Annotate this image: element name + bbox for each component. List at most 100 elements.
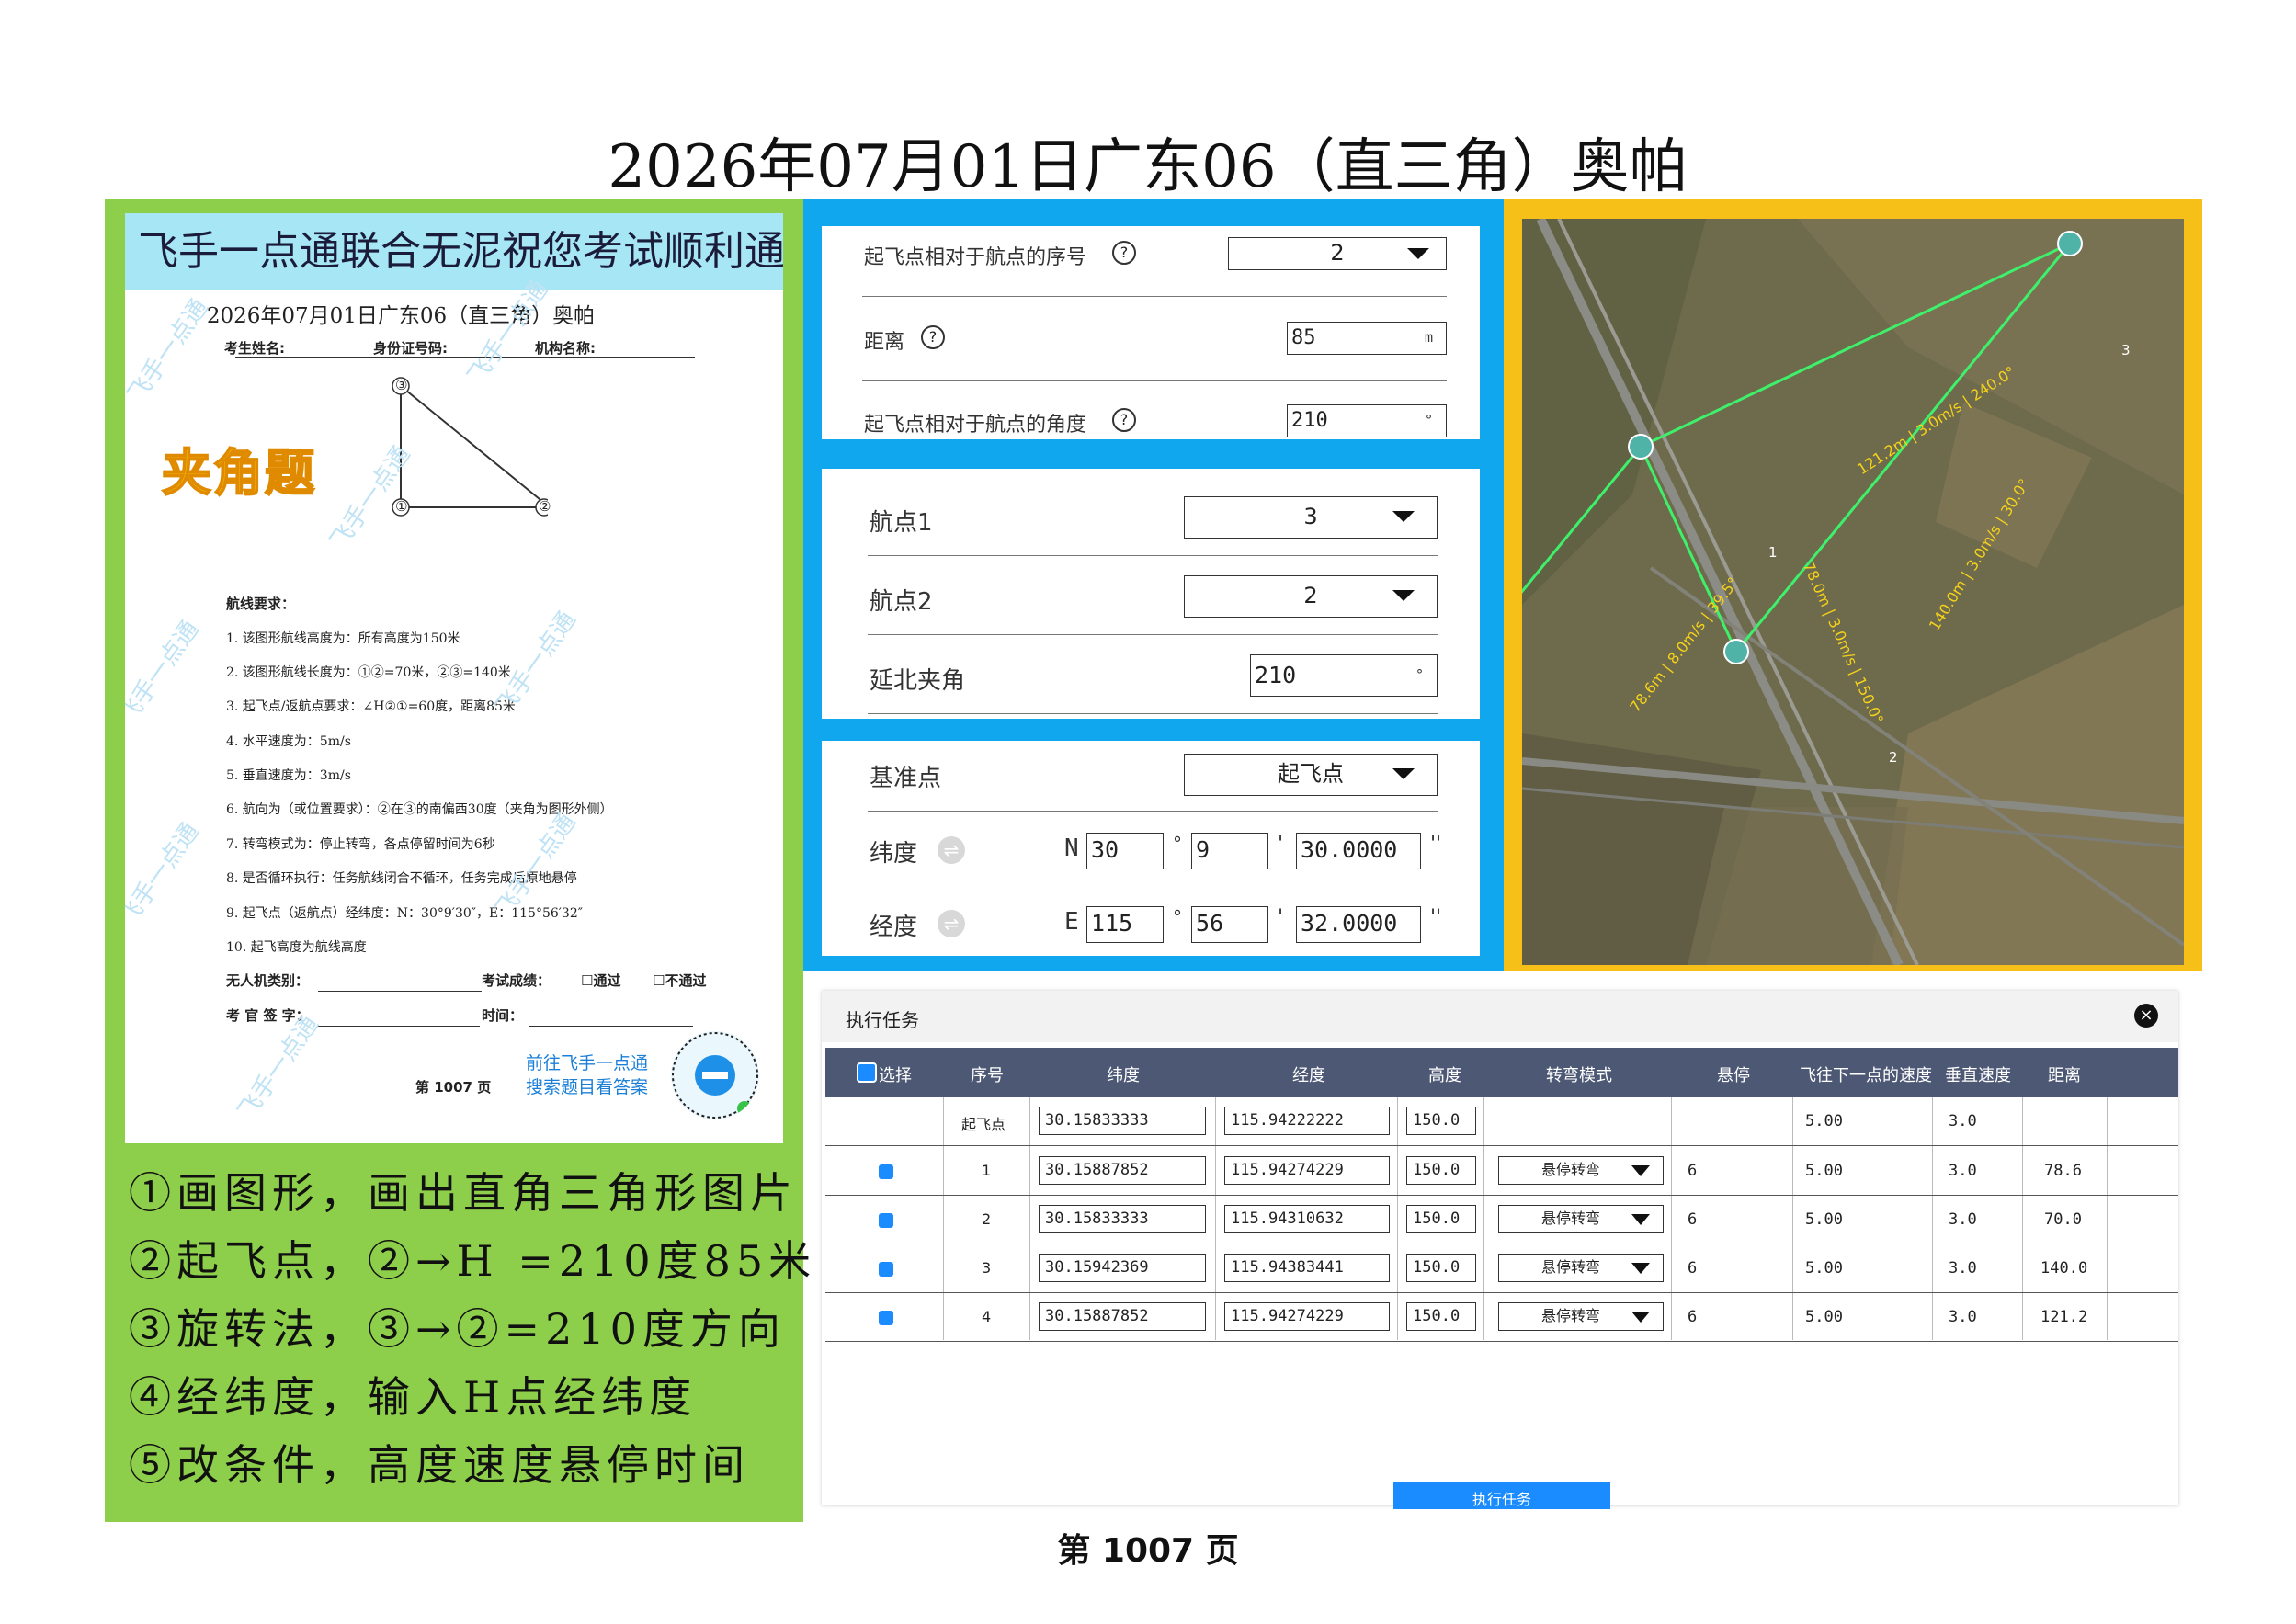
requirement-item: 9. 起飞点（返航点）经纬度：N：30°9′30″，E：115°56′32″: [226, 906, 583, 921]
cell-vspeed[interactable]: 3.0: [1949, 1259, 1977, 1278]
row-checkbox[interactable]: [879, 1213, 893, 1228]
reference-select[interactable]: 起飞点: [1184, 754, 1438, 796]
cell-lon-input[interactable]: 115.94383441: [1224, 1254, 1390, 1282]
cell-alt-input[interactable]: 150.0: [1406, 1156, 1476, 1185]
cell-lat-input[interactable]: 30.15833333: [1039, 1107, 1206, 1135]
cell-turn-select[interactable]: 悬停转弯: [1498, 1205, 1664, 1233]
cell-lon-input[interactable]: 115.94222222: [1224, 1107, 1390, 1135]
lon-degree-input[interactable]: 115: [1086, 906, 1164, 943]
row-checkbox[interactable]: [879, 1311, 893, 1325]
distance-input[interactable]: 85 m: [1287, 322, 1447, 355]
map-marker-label: 3: [2121, 342, 2131, 358]
lat-prefix: N: [1064, 835, 1079, 862]
cell-speed[interactable]: 5.00: [1805, 1259, 1843, 1278]
cell-seq: 3: [982, 1259, 992, 1277]
sign-time-label: 时间：: [482, 1007, 524, 1024]
lat-degree-input[interactable]: 30: [1086, 833, 1164, 869]
cell-hover[interactable]: 6: [1688, 1308, 1697, 1326]
chevron-down-icon: [1407, 248, 1429, 259]
uav-category-label: 无人机类别：: [226, 972, 310, 989]
cell-speed[interactable]: 5.00: [1805, 1162, 1843, 1180]
angle-unit: °: [1424, 412, 1433, 428]
step-1: ①画图形，画出直角三角形图片: [129, 1168, 798, 1218]
cell-alt-input[interactable]: 150.0: [1406, 1205, 1476, 1233]
swap-icon[interactable]: ⇌: [938, 836, 965, 864]
signature-line: [529, 1026, 693, 1027]
second-symbol: '': [1430, 833, 1442, 856]
cell-alt-input[interactable]: 150.0: [1406, 1254, 1476, 1282]
angle-input[interactable]: 210 °: [1287, 404, 1447, 437]
cell-lon-input[interactable]: 115.94310632: [1224, 1205, 1390, 1233]
cell-vspeed[interactable]: 3.0: [1949, 1308, 1977, 1326]
help-icon[interactable]: ?: [1112, 408, 1136, 432]
cell-hover[interactable]: 6: [1688, 1259, 1697, 1278]
row-checkbox[interactable]: [879, 1164, 893, 1179]
cell-seq: 起飞点: [961, 1116, 1006, 1133]
cell-hover[interactable]: 6: [1688, 1162, 1697, 1180]
wp1-select[interactable]: 3: [1184, 496, 1438, 539]
requirement-item: 2. 该图形航线长度为：①②=70米，②③=140米: [226, 665, 511, 680]
north-angle-value: 210: [1255, 662, 1297, 688]
cell-seq: 1: [982, 1162, 992, 1179]
cell-lat-input[interactable]: 30.15887852: [1039, 1302, 1206, 1331]
close-icon[interactable]: ×: [2134, 1004, 2158, 1028]
pass-checkbox[interactable]: ☐通过: [581, 971, 620, 990]
cell-speed[interactable]: 5.00: [1805, 1308, 1843, 1326]
cell-alt-input[interactable]: 150.0: [1406, 1107, 1476, 1135]
cell-turn-select[interactable]: 悬停转弯: [1498, 1156, 1664, 1185]
step-3: ③旋转法，③→②=210度方向: [129, 1304, 786, 1354]
wp1-select-value: 3: [1303, 504, 1318, 529]
execute-task-button[interactable]: 执行任务: [1393, 1482, 1610, 1509]
cell-turn-select[interactable]: 悬停转弯: [1498, 1254, 1664, 1282]
divider: [868, 555, 1438, 556]
row-divider: [825, 1341, 2178, 1342]
cell-lon-input[interactable]: 115.94274229: [1224, 1302, 1390, 1331]
fail-checkbox[interactable]: ☐不通过: [653, 971, 706, 990]
row-divider: [825, 1195, 2178, 1196]
wp2-select[interactable]: 2: [1184, 575, 1438, 618]
lon-second-input[interactable]: 32.0000: [1296, 906, 1421, 943]
angle-label: 起飞点相对于航点的角度: [864, 414, 1087, 437]
wp2-label: 航点2: [870, 588, 933, 616]
cell-lat-input[interactable]: 30.15942369: [1039, 1254, 1206, 1282]
lat-second-input[interactable]: 30.0000: [1296, 833, 1421, 869]
seq-select[interactable]: 2: [1228, 237, 1447, 270]
cell-speed[interactable]: 5.00: [1805, 1210, 1843, 1229]
cell-lat-input[interactable]: 30.15887852: [1039, 1156, 1206, 1185]
cell-hover[interactable]: 6: [1688, 1210, 1697, 1229]
distance-unit: m: [1424, 329, 1433, 346]
diagram-point-3: ③: [395, 377, 408, 393]
distance-value: 85: [1291, 326, 1316, 349]
lon-minute-input[interactable]: 56: [1191, 906, 1268, 943]
cell-turn-select[interactable]: 悬停转弯: [1498, 1302, 1664, 1331]
cell-lat-input[interactable]: 30.15833333: [1039, 1205, 1206, 1233]
cell-speed[interactable]: 5.00: [1805, 1112, 1843, 1130]
step-2: ②起飞点，②→H =210度85米: [129, 1236, 817, 1286]
cell-vspeed[interactable]: 3.0: [1949, 1210, 1977, 1229]
select-all-checkbox[interactable]: [857, 1062, 877, 1083]
north-angle-input[interactable]: 210 °: [1250, 654, 1438, 697]
lat-minute-input[interactable]: 9: [1191, 833, 1268, 869]
seq-select-value: 2: [1330, 240, 1345, 266]
column-header-speed: 飞往下一点的速度: [1800, 1066, 1932, 1085]
cell-alt-input[interactable]: 150.0: [1406, 1302, 1476, 1331]
watermark: 飞手一点通: [233, 1011, 324, 1125]
row-divider: [825, 1292, 2178, 1293]
swap-icon[interactable]: ⇌: [938, 910, 965, 937]
signature-line: [318, 1026, 480, 1027]
cell-lon-input[interactable]: 115.94274229: [1224, 1156, 1390, 1185]
turn-select-value: 悬停转弯: [1541, 1161, 1601, 1178]
chevron-down-icon: [1631, 1312, 1650, 1323]
field-name-label: 考生姓名:: [224, 340, 285, 357]
north-angle-unit: °: [1415, 666, 1424, 683]
row-checkbox[interactable]: [879, 1262, 893, 1277]
column-header-hover: 悬停: [1717, 1066, 1750, 1085]
help-icon[interactable]: ?: [921, 325, 945, 349]
help-icon[interactable]: ?: [1112, 241, 1136, 265]
cell-vspeed[interactable]: 3.0: [1949, 1112, 1977, 1130]
degree-symbol: °: [1173, 906, 1182, 928]
cell-vspeed[interactable]: 3.0: [1949, 1162, 1977, 1180]
satellite-map[interactable]: [1522, 219, 2184, 965]
seq-label: 起飞点相对于航点的序号: [864, 246, 1087, 269]
chevron-down-icon: [1392, 511, 1415, 522]
